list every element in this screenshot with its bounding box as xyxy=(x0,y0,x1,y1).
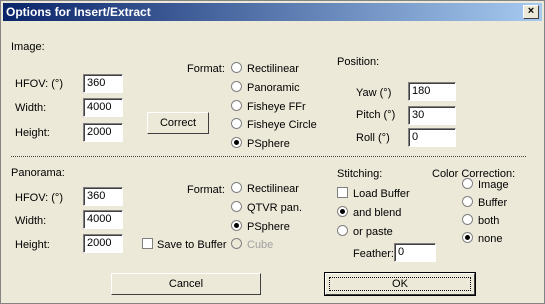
panorama-format-label-cube: Cube xyxy=(247,239,274,251)
image-width-field[interactable]: 4000 xyxy=(83,98,123,117)
image-format-radio-fisheye-circle[interactable] xyxy=(231,118,242,129)
image-format-radio-rectilinear[interactable] xyxy=(231,62,242,73)
roll-field[interactable]: 0 xyxy=(408,128,456,147)
cancel-button[interactable]: Cancel xyxy=(111,273,261,295)
focus-ring xyxy=(329,277,471,291)
panorama-hfov-field[interactable]: 360 xyxy=(83,187,123,206)
image-format-label-panoramic: Panoramic xyxy=(247,82,300,94)
panorama-hfov-label: HFOV: (°) xyxy=(15,192,63,204)
image-format-label-rectilinear: Rectilinear xyxy=(247,63,299,75)
panorama-width-label: Width: xyxy=(15,215,47,227)
color-correction-label-none: none xyxy=(478,233,503,245)
image-format-label-fisheye-circle: Fisheye Circle xyxy=(247,119,317,131)
pitch-label: Pitch (°) xyxy=(356,109,396,121)
panorama-width-field[interactable]: 4000 xyxy=(83,210,123,229)
panorama-format-label-psphere: PSphere xyxy=(247,221,290,233)
title-bar[interactable]: Options for Insert/Extract × xyxy=(3,3,542,21)
color-correction-label-image: Image xyxy=(478,179,509,191)
panorama-section-label: Panorama: xyxy=(11,167,65,179)
save-to-buffer-label: Save to Buffer xyxy=(157,239,227,251)
panorama-format-label-rectilinear: Rectilinear xyxy=(247,183,299,195)
color-correction-radio-buffer[interactable] xyxy=(462,196,473,207)
save-to-buffer-checkbox[interactable] xyxy=(142,238,153,249)
roll-label: Roll (°) xyxy=(356,132,390,144)
and-blend-radio[interactable] xyxy=(337,206,348,217)
correct-button[interactable]: Correct xyxy=(147,112,209,134)
yaw-label: Yaw (°) xyxy=(356,87,392,99)
feather-field[interactable]: 0 xyxy=(394,243,436,262)
color-correction-radio-image[interactable] xyxy=(462,178,473,189)
image-width-label: Width: xyxy=(15,102,47,114)
load-buffer-label: Load Buffer xyxy=(353,188,410,200)
panorama-format-label-qtvr: QTVR pan. xyxy=(247,202,303,214)
image-hfov-field[interactable]: 360 xyxy=(83,74,123,93)
image-hfov-label: HFOV: (°) xyxy=(15,78,63,90)
feather-label: Feather: xyxy=(353,248,394,260)
image-height-field[interactable]: 2000 xyxy=(83,123,123,142)
image-format-radio-panoramic[interactable] xyxy=(231,81,242,92)
panorama-height-label: Height: xyxy=(15,239,50,251)
panorama-format-radio-psphere[interactable] xyxy=(231,220,242,231)
or-paste-radio[interactable] xyxy=(337,225,348,236)
panorama-format-label: Format: xyxy=(187,184,225,196)
position-label: Position: xyxy=(337,56,380,68)
color-correction-label-buffer: Buffer xyxy=(478,197,508,209)
load-buffer-checkbox[interactable] xyxy=(337,187,348,198)
panorama-height-field[interactable]: 2000 xyxy=(83,234,123,253)
cancel-button-label: Cancel xyxy=(168,278,204,290)
or-paste-label: or paste xyxy=(353,226,393,238)
image-section-label: Image: xyxy=(11,41,45,53)
image-format-label-fisheye-ffr: Fisheye FFr xyxy=(247,101,306,113)
window-title: Options for Insert/Extract xyxy=(6,5,151,19)
image-format-label-psphere: PSphere xyxy=(247,138,290,150)
image-height-label: Height: xyxy=(15,127,50,139)
panorama-format-radio-cube xyxy=(231,238,242,249)
panorama-format-radio-rectilinear[interactable] xyxy=(231,182,242,193)
pitch-field[interactable]: 30 xyxy=(408,106,456,125)
image-format-label: Format: xyxy=(187,63,225,75)
and-blend-label: and blend xyxy=(353,207,402,219)
image-format-radio-psphere[interactable] xyxy=(231,137,242,148)
options-dialog: Options for Insert/Extract × Image: HFOV… xyxy=(0,0,545,304)
close-icon[interactable]: × xyxy=(523,5,539,19)
section-divider xyxy=(11,156,526,157)
yaw-field[interactable]: 180 xyxy=(408,82,456,101)
color-correction-label-both: both xyxy=(478,215,500,227)
stitching-label: Stitching: xyxy=(337,168,383,180)
panorama-format-radio-qtvr[interactable] xyxy=(231,201,242,212)
image-format-radio-fisheye-ffr[interactable] xyxy=(231,100,242,111)
color-correction-radio-both[interactable] xyxy=(462,214,473,225)
ok-button[interactable]: OK xyxy=(324,272,476,296)
color-correction-radio-none[interactable] xyxy=(462,232,473,243)
